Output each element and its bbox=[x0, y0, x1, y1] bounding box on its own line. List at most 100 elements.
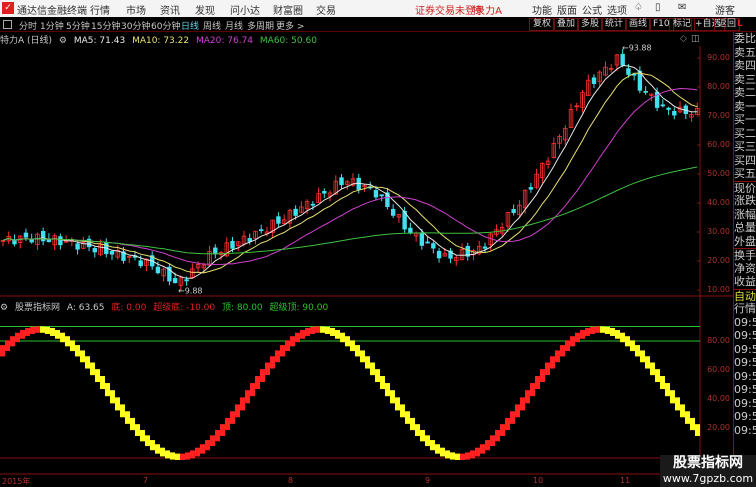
indicator-step bbox=[660, 376, 665, 390]
indicator-step bbox=[500, 424, 505, 436]
indicator-step bbox=[35, 326, 40, 333]
indicator-step bbox=[395, 397, 400, 411]
indicator-step bbox=[75, 345, 80, 357]
indicator-step bbox=[255, 376, 260, 390]
tick-time: 09:52 bbox=[734, 356, 756, 369]
indicator-step bbox=[520, 397, 525, 411]
indicator-step bbox=[10, 336, 15, 347]
indicator-step bbox=[600, 326, 605, 333]
indicator-step bbox=[70, 340, 75, 352]
indicator-step bbox=[125, 411, 130, 424]
indicator-step bbox=[460, 453, 465, 460]
indicator-step bbox=[160, 447, 165, 457]
indicator-step bbox=[435, 444, 440, 454]
indicator-step bbox=[190, 450, 195, 459]
price-tick: 30.00 bbox=[707, 227, 730, 236]
tick-time: 09:52 bbox=[734, 342, 756, 356]
candle-body bbox=[620, 53, 625, 66]
level2-icon[interactable]: L bbox=[737, 19, 743, 29]
tick-time: 09:51 bbox=[734, 329, 756, 342]
indicator-step bbox=[525, 390, 530, 404]
indicator-step bbox=[505, 417, 510, 431]
indicator-name[interactable]: 股票指标网 bbox=[15, 303, 60, 313]
indicator-step bbox=[465, 452, 470, 460]
indicator-step bbox=[560, 345, 565, 357]
date-label: 7 bbox=[143, 476, 149, 485]
indicator-step bbox=[100, 376, 105, 390]
candle-body bbox=[482, 246, 488, 249]
indicator-step bbox=[15, 332, 20, 343]
indicator-step bbox=[665, 383, 670, 397]
price-tick: 60.00 bbox=[707, 140, 730, 149]
indicator-step bbox=[220, 424, 225, 436]
indicator-step bbox=[550, 356, 555, 369]
indicator-step bbox=[250, 383, 255, 397]
indicator-step bbox=[260, 369, 265, 383]
indicator-step bbox=[325, 326, 330, 334]
indicator-step bbox=[475, 447, 480, 457]
indicator-bottom: 底: 0.00 bbox=[111, 303, 147, 313]
indicator-step bbox=[445, 450, 450, 459]
indicator-step bbox=[545, 362, 550, 376]
indicator-step bbox=[625, 336, 630, 347]
candle-body bbox=[431, 243, 436, 249]
indicator-step bbox=[515, 404, 520, 418]
quote-label: 买五 bbox=[734, 167, 756, 180]
indicator-step bbox=[565, 340, 570, 352]
quote-label: 买一 bbox=[734, 113, 756, 126]
indicator-step bbox=[105, 383, 110, 397]
indicator-step bbox=[375, 369, 380, 383]
auto-quote-tab[interactable]: 自动 bbox=[734, 288, 756, 303]
quote-label: 买四 bbox=[734, 153, 756, 167]
indicator-step bbox=[580, 329, 585, 339]
indicator-step bbox=[180, 453, 185, 460]
indicator-step bbox=[450, 452, 455, 460]
indicator-step bbox=[235, 404, 240, 418]
high-price-label: ←93.88 bbox=[622, 44, 652, 53]
indicator-step bbox=[650, 362, 655, 376]
quote-tab[interactable]: 行情 bbox=[734, 302, 756, 316]
tick-time: 09:53 bbox=[734, 383, 756, 396]
candle-body bbox=[666, 107, 671, 110]
indicator-step bbox=[385, 383, 390, 397]
chart-canvas: ←93.88 ←9.88 bbox=[0, 44, 733, 475]
indicator-step bbox=[0, 345, 5, 357]
indicator-step bbox=[355, 345, 360, 357]
indicator-step bbox=[430, 440, 435, 451]
tick-time: 09:51 bbox=[734, 315, 756, 329]
indicator-step bbox=[95, 369, 100, 383]
quote-label: 买二 bbox=[734, 126, 756, 140]
candle-body bbox=[75, 243, 80, 250]
quote-label: 外盘 bbox=[734, 234, 756, 248]
candle-body bbox=[408, 227, 413, 233]
date-label: 11 bbox=[620, 476, 631, 485]
indicator-settings-icon[interactable]: ⚙ bbox=[0, 303, 8, 313]
indicator-step bbox=[135, 424, 140, 436]
candle-body bbox=[213, 247, 218, 255]
indicator-step bbox=[440, 447, 445, 457]
candle-body bbox=[419, 232, 425, 246]
tick-time: 09:53 bbox=[734, 423, 756, 437]
indicator-tick: 80.00 bbox=[707, 336, 730, 345]
price-tick: 40.00 bbox=[707, 198, 730, 207]
indicator-step bbox=[280, 345, 285, 357]
indicator-step bbox=[25, 327, 30, 336]
indicator-step bbox=[585, 327, 590, 336]
candle-body bbox=[184, 279, 189, 282]
quote-label: 委比 bbox=[734, 32, 756, 45]
indicator-step bbox=[60, 332, 65, 343]
indicator-step bbox=[530, 383, 535, 397]
indicator-step bbox=[55, 329, 60, 339]
indicator-tick: 20.00 bbox=[707, 423, 730, 432]
candle-body bbox=[92, 248, 98, 253]
indicator-step bbox=[365, 356, 370, 369]
indicator-step bbox=[510, 411, 515, 424]
indicator-step bbox=[295, 332, 300, 343]
price-tick: 90.00 bbox=[707, 53, 730, 62]
candle-body bbox=[373, 190, 379, 198]
indicator-step bbox=[655, 369, 660, 383]
indicator-step bbox=[315, 326, 320, 333]
candle-body bbox=[293, 208, 298, 216]
indicator-step bbox=[140, 429, 145, 442]
quote-label: 换手 bbox=[734, 248, 756, 262]
